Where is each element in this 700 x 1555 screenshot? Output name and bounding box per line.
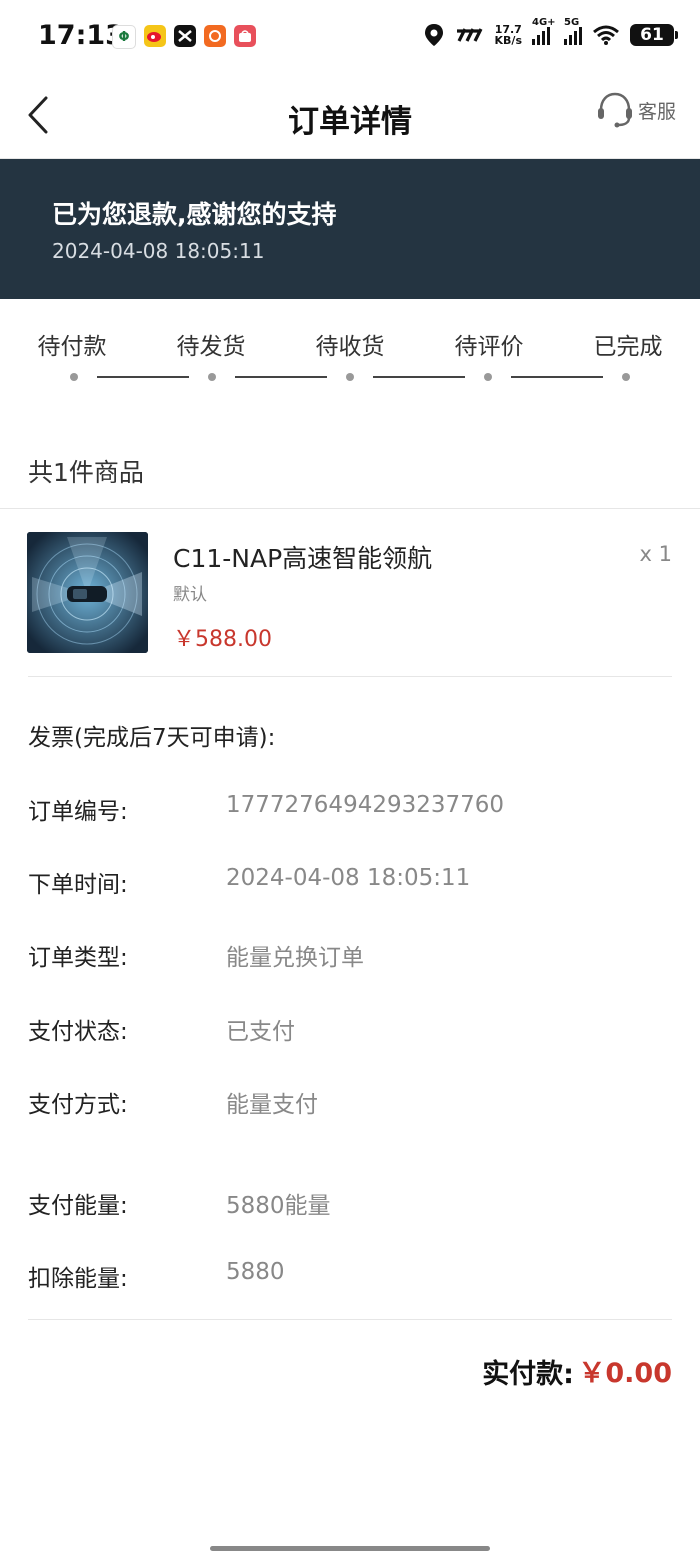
home-indicator[interactable] [210, 1546, 490, 1551]
step-pending-review: 待评价 [454, 334, 524, 360]
detail-label: 订单编号: [28, 799, 128, 825]
paid-energy-value: 5880能量 [226, 1193, 331, 1219]
order-type-value: 能量兑换订单 [226, 945, 364, 971]
invoice-row[interactable]: 发票(完成后7天可申请): [28, 718, 275, 752]
battery-icon: 61 [630, 24, 678, 46]
step-line [373, 376, 465, 378]
section-divider [28, 1319, 672, 1320]
step-dot [484, 373, 492, 381]
payment-method-value: 能量支付 [226, 1092, 318, 1118]
step-line [97, 376, 189, 378]
step-dot [622, 373, 630, 381]
headset-icon [597, 92, 632, 128]
signal-icon-1: 4G+ [532, 17, 556, 45]
step-pending-payment: 待付款 [37, 334, 107, 360]
step-line [511, 376, 603, 378]
customer-service-button[interactable]: 客服 [596, 90, 676, 130]
wifi-icon [593, 25, 619, 45]
car-radar-image [27, 532, 148, 653]
refund-status-banner: 已为您退款,感谢您的支持 2024-04-08 18:05:11 [0, 159, 700, 299]
pinduoduo-icon [204, 25, 226, 47]
network-speed: 17.7 KB/s [495, 24, 522, 46]
capcut-icon [174, 25, 196, 47]
item-count: 共1件商品 [28, 458, 144, 487]
product-spec: 默认 [173, 585, 207, 605]
location-icon [424, 24, 443, 46]
detail-label: 扣除能量: [28, 1266, 128, 1292]
order-progress: 待付款 待发货 待收货 待评价 已完成 [0, 300, 700, 400]
step-completed: 已完成 [593, 334, 663, 360]
weibo-icon [144, 25, 166, 47]
detail-label: 支付状态: [28, 1019, 128, 1045]
detail-label: 订单类型: [28, 945, 128, 971]
product-name[interactable]: C11-NAP高速智能领航 [173, 539, 432, 575]
detail-label: 支付方式: [28, 1092, 128, 1118]
signal-1-label: 4G+ [532, 17, 556, 28]
order-time-value: 2024-04-08 18:05:11 [226, 865, 471, 891]
product-thumbnail[interactable] [27, 532, 148, 653]
network-speed-unit: KB/s [494, 34, 522, 47]
refund-time: 2024-04-08 18:05:11 [52, 239, 265, 263]
step-pending-shipment: 待发货 [176, 334, 246, 360]
order-number-value: 1777276494293237760 [226, 792, 505, 818]
notification-icons: Φ [112, 25, 256, 49]
section-divider [28, 676, 672, 677]
detail-label: 支付能量: [28, 1193, 128, 1219]
step-dot [70, 373, 78, 381]
step-pending-receipt: 待收货 [315, 334, 385, 360]
shopping-app-icon [234, 25, 256, 47]
total-amount: ￥0.00 [578, 1358, 672, 1389]
nav-header: 订单详情 客服 [0, 72, 700, 158]
deducted-energy-value: 5880 [226, 1259, 285, 1285]
detail-label: 下单时间: [28, 872, 128, 898]
product-quantity: x 1 [639, 542, 672, 566]
signal-icon-2: 5G [564, 17, 582, 45]
status-right: 17.7 KB/s 4G+ 5G 61 [423, 17, 678, 48]
status-bar: 17:13 Φ 17.7 KB/s 4G+ 5G 61 [0, 0, 700, 72]
step-dot [208, 373, 216, 381]
step-dot [346, 373, 354, 381]
customer-service-label: 客服 [637, 100, 676, 123]
signal-2-label: 5G [564, 17, 580, 28]
refund-message: 已为您退款,感谢您的支持 [52, 200, 337, 229]
carrier-logo-icon [456, 28, 482, 42]
total-label: 实付款: [482, 1359, 574, 1390]
step-line [235, 376, 327, 378]
product-price: ￥588.00 [173, 627, 272, 652]
app-notification-icon: Φ [112, 25, 136, 49]
section-divider [0, 508, 700, 509]
payment-status-value: 已支付 [226, 1019, 295, 1045]
